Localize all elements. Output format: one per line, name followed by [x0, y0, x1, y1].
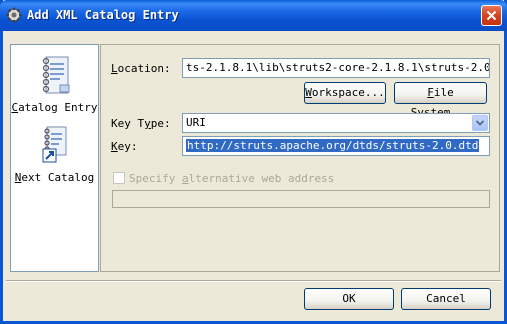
dialog-window: Add XML Catalog Entry Catalog Entry Next…	[0, 0, 507, 324]
alt-web-address-checkbox[interactable]	[113, 172, 125, 184]
entry-type-sidebar: Catalog Entry Next Catalog	[10, 44, 99, 272]
location-label: Location:	[111, 62, 171, 75]
key-type-value: URI	[186, 116, 206, 129]
sidebar-item-catalog-entry[interactable]: Catalog Entry	[11, 51, 98, 114]
chevron-down-icon[interactable]	[472, 115, 488, 131]
gear-icon	[6, 7, 22, 23]
catalog-entry-icon	[42, 56, 69, 94]
key-field[interactable]: http://struts.apache.org/dtds/struts-2.0…	[182, 136, 490, 156]
file-system-button[interactable]: File System...	[394, 82, 487, 119]
workspace-button[interactable]: Workspace...	[304, 82, 386, 104]
close-icon	[486, 10, 497, 21]
close-button[interactable]	[481, 5, 502, 26]
location-field[interactable]: ts-2.1.8.1\lib\struts2-core-2.1.8.1\stru…	[182, 58, 490, 78]
ok-button[interactable]: OK	[304, 288, 394, 310]
alt-web-address-field	[112, 190, 490, 208]
sidebar-item-next-catalog[interactable]: Next Catalog	[11, 125, 98, 184]
title-bar[interactable]: Add XML Catalog Entry	[0, 0, 507, 31]
next-catalog-icon	[42, 126, 66, 163]
key-type-label: Key Type:	[111, 117, 171, 130]
cancel-button[interactable]: Cancel	[401, 288, 491, 310]
sidebar-item-label: Catalog Entry	[11, 101, 98, 114]
entry-form-panel: Location: ts-2.1.8.1\lib\struts2-core-2.…	[100, 44, 500, 272]
key-label: Key:	[111, 140, 138, 153]
sidebar-item-label: Next Catalog	[14, 171, 95, 184]
divider	[6, 280, 501, 282]
key-value: http://struts.apache.org/dtds/struts-2.0…	[186, 139, 480, 152]
key-type-select[interactable]: URI	[182, 113, 490, 133]
alt-web-address-label: Specify alternative web address	[129, 172, 335, 185]
window-title: Add XML Catalog Entry	[27, 8, 179, 22]
